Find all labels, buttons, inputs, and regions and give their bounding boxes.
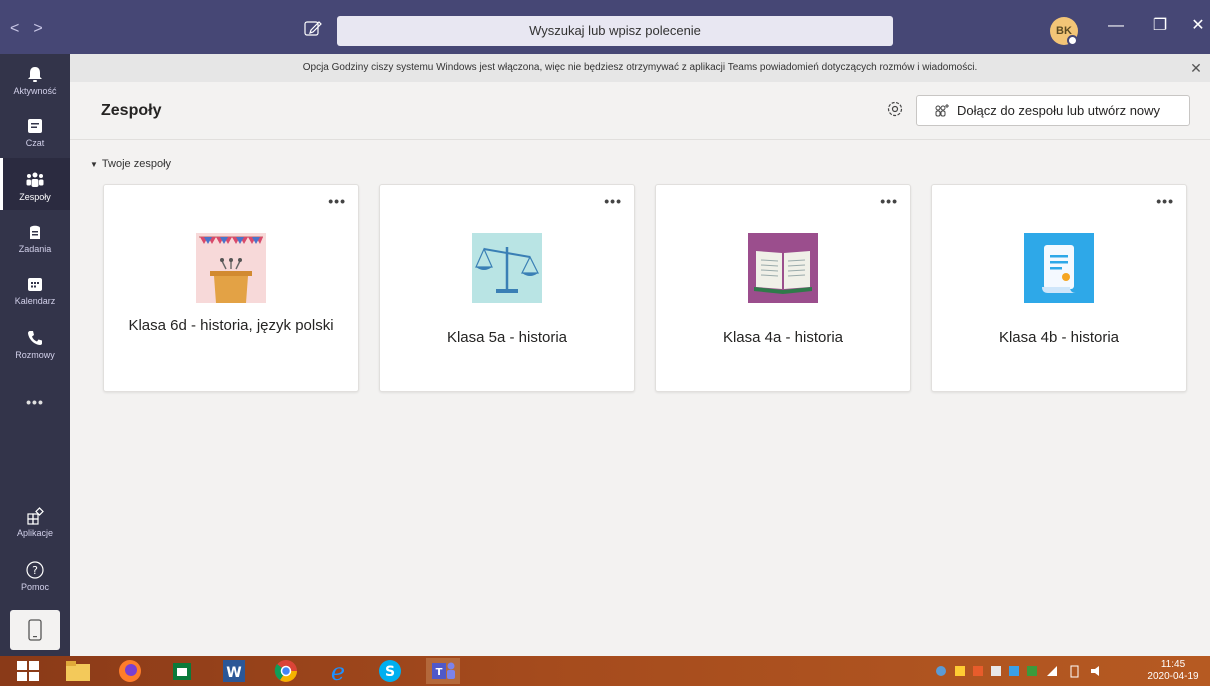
team-card[interactable]: ••• Klasa 4b - historia — [931, 184, 1187, 392]
svg-text:e: e — [331, 658, 345, 684]
rail-item-help[interactable]: ? Pomoc — [0, 560, 70, 606]
join-button-label: Dołącz do zespołu lub utwórz nowy — [957, 103, 1161, 118]
svg-text:T: T — [436, 667, 443, 678]
svg-text:S: S — [385, 664, 395, 680]
teams-header: Zespoły Dołącz do zespołu lub utwórz now… — [70, 82, 1210, 140]
book-icon — [748, 233, 818, 303]
rail-item-apps[interactable]: Aplikacje — [0, 506, 70, 552]
rail-label: Pomoc — [20, 582, 49, 592]
bell-icon — [28, 67, 42, 82]
more-options-button[interactable]: ••• — [1156, 193, 1174, 209]
rail-label: Zadania — [18, 244, 52, 254]
windows-taskbar: W e S T 11:45 2020-04-19 — [0, 656, 1210, 686]
team-name: Klasa 4b - historia — [998, 329, 1120, 346]
search-input[interactable]: Wyszukaj lub wpisz polecenie — [337, 16, 893, 46]
page-title: Zespoły — [101, 102, 162, 119]
chat-icon — [28, 119, 42, 133]
section-label: Twoje zespoły — [101, 158, 172, 170]
apps-icon — [27, 507, 44, 525]
your-teams-section-toggle[interactable]: ▼ Twoje zespoły — [90, 158, 171, 170]
team-card[interactable]: ••• Klasa 6d - historia, język polski — [103, 184, 359, 392]
team-card[interactable]: ••• Klasa 5a - historia — [379, 184, 635, 392]
forward-arrow-icon[interactable]: > — [33, 20, 56, 37]
teams-icon — [26, 172, 44, 187]
document-icon — [1024, 233, 1094, 303]
more-options-button[interactable]: ••• — [604, 193, 622, 209]
rail-item-teams[interactable]: Zespoły — [0, 158, 70, 210]
banner-text: Opcja Godziny ciszy systemu Windows jest… — [302, 62, 978, 73]
team-name: Klasa 4a - historia — [722, 329, 844, 346]
podium-icon — [196, 233, 266, 303]
firefox-icon[interactable] — [116, 658, 144, 684]
rail-label: Rozmowy — [15, 350, 55, 360]
rail-item-assignments[interactable]: Zadania — [0, 222, 70, 268]
system-tray-icons[interactable] — [935, 664, 1135, 678]
scales-icon — [472, 233, 542, 303]
minimize-button[interactable]: — — [1106, 16, 1126, 36]
team-card[interactable]: ••• Klasa 4a - historia — [655, 184, 911, 392]
rail-label: Zespoły — [19, 192, 51, 202]
rail-item-activity[interactable]: Aktywność — [0, 64, 70, 110]
system-clock[interactable]: 11:45 2020-04-19 — [1138, 659, 1208, 683]
rail-label: Czat — [25, 138, 45, 148]
skype-icon[interactable]: S — [376, 658, 404, 684]
chrome-icon[interactable] — [272, 658, 300, 684]
team-name: Klasa 6d - historia, język polski — [128, 317, 334, 334]
svg-text:?: ? — [32, 564, 38, 577]
calendar-icon — [28, 278, 42, 291]
back-arrow-icon[interactable]: < — [10, 20, 33, 37]
mobile-icon — [28, 619, 42, 641]
teams-window: <> Wyszukaj lub wpisz polecenie BK — ❐ ✕… — [0, 0, 1210, 686]
more-options-button[interactable]: ••• — [328, 193, 346, 209]
rail-item-calls[interactable]: Rozmowy — [0, 328, 70, 374]
history-nav: <> — [10, 20, 57, 38]
clock-date: 2020-04-19 — [1147, 671, 1199, 682]
svg-text:W: W — [226, 665, 241, 681]
close-button[interactable]: ✕ — [1188, 16, 1208, 36]
rail-item-calendar[interactable]: Kalendarz — [0, 274, 70, 320]
restore-button[interactable]: ❐ — [1150, 16, 1170, 36]
assignments-icon — [30, 225, 40, 239]
gear-icon[interactable] — [885, 99, 905, 119]
file-explorer-icon[interactable] — [64, 658, 92, 684]
teams-taskbar-icon[interactable]: T — [426, 658, 460, 684]
clock-time: 11:45 — [1160, 659, 1186, 670]
rail-label: Aplikacje — [16, 528, 54, 538]
windows-start-icon[interactable] — [14, 658, 42, 684]
rail-label: Kalendarz — [14, 296, 56, 306]
caret-down-icon: ▼ — [90, 160, 98, 169]
internet-explorer-icon[interactable]: e — [324, 658, 352, 684]
more-options-button[interactable]: ••• — [880, 193, 898, 209]
phone-icon — [28, 331, 42, 345]
rail-item-chat[interactable]: Czat — [0, 116, 70, 162]
more-apps-button[interactable]: ••• — [0, 394, 70, 410]
store-icon[interactable] — [168, 658, 196, 684]
word-icon[interactable]: W — [220, 658, 248, 684]
device-button[interactable] — [10, 610, 60, 650]
active-indicator — [0, 158, 3, 210]
add-team-icon — [935, 104, 949, 117]
compose-icon[interactable] — [303, 18, 323, 38]
rail-label: Aktywność — [13, 86, 57, 96]
quiet-hours-banner: Opcja Godziny ciszy systemu Windows jest… — [70, 54, 1210, 82]
app-rail: Aktywność Czat Zespoły Zadania Kalendarz… — [0, 54, 70, 656]
help-icon: ? — [26, 561, 44, 579]
presence-status-icon — [1067, 35, 1078, 46]
join-or-create-team-button[interactable]: Dołącz do zespołu lub utwórz nowy — [916, 95, 1190, 126]
team-name: Klasa 5a - historia — [446, 329, 568, 346]
banner-close-button[interactable]: ✕ — [1188, 54, 1204, 82]
title-bar: <> Wyszukaj lub wpisz polecenie BK — ❐ ✕ — [0, 0, 1210, 54]
